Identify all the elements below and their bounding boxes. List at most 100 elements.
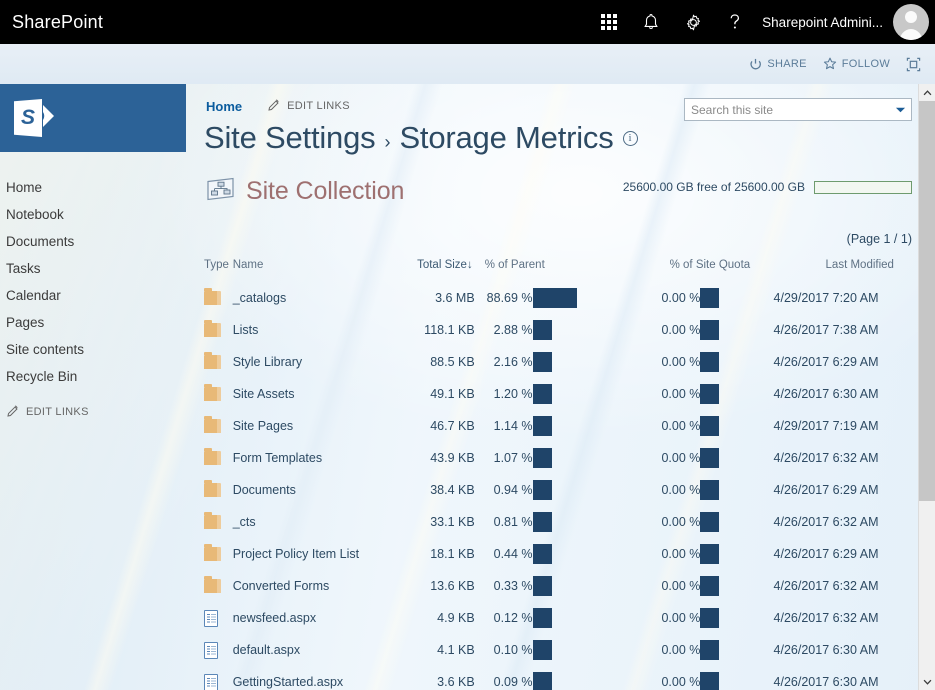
sharepoint-brand[interactable]: SharePoint <box>0 12 103 33</box>
cell-name[interactable]: _catalogs <box>233 282 404 314</box>
column-header-name[interactable]: Name <box>233 259 404 282</box>
sidebar-item-pages[interactable]: Pages <box>6 309 190 336</box>
table-row[interactable]: Documents38.4 KB0.94 %0.00 %4/26/2017 6:… <box>204 474 916 506</box>
sharepoint-logo-letter: S <box>14 99 42 137</box>
column-header-total-size[interactable]: Total Size↓ <box>403 259 474 282</box>
chevron-down-icon[interactable] <box>889 99 911 120</box>
sidebar-item-notebook[interactable]: Notebook <box>6 201 190 228</box>
cell-name[interactable]: default.aspx <box>233 634 404 666</box>
column-header-pct-quota[interactable]: % of Site Quota <box>626 259 774 282</box>
bar-pct-parent-fill <box>533 416 552 436</box>
bar-pct-quota-fill <box>700 288 719 308</box>
cell-pct-parent: 0.94 % <box>475 474 533 506</box>
vertical-scrollbar[interactable] <box>918 84 935 690</box>
column-header-type[interactable]: Type <box>204 259 233 282</box>
folder-icon <box>204 355 221 369</box>
table-row[interactable]: Converted Forms13.6 KB0.33 %0.00 %4/26/2… <box>204 570 916 602</box>
search-box[interactable] <box>684 98 912 121</box>
share-button[interactable]: SHARE <box>749 58 806 71</box>
scroll-down-arrow-icon[interactable] <box>919 673 935 690</box>
info-icon[interactable]: i <box>623 131 638 146</box>
table-row[interactable]: Lists118.1 KB2.88 %0.00 %4/26/2017 7:38 … <box>204 314 916 346</box>
bar-pct-quota <box>700 378 773 410</box>
cell-name[interactable]: Form Templates <box>233 442 404 474</box>
follow-button[interactable]: FOLLOW <box>823 57 890 71</box>
user-avatar[interactable] <box>893 4 929 40</box>
cell-name[interactable]: GettingStarted.aspx <box>233 666 404 690</box>
cell-pct-parent: 0.12 % <box>475 602 533 634</box>
table-row[interactable]: Form Templates43.9 KB1.07 %0.00 %4/26/20… <box>204 442 916 474</box>
page-title-parent[interactable]: Site Settings <box>204 120 375 156</box>
share-chevron-icon <box>40 97 70 140</box>
table-row[interactable]: Style Library88.5 KB2.16 %0.00 %4/26/201… <box>204 346 916 378</box>
table-row[interactable]: newsfeed.aspx4.9 KB0.12 %0.00 %4/26/2017… <box>204 602 916 634</box>
bar-pct-quota-fill <box>700 544 719 564</box>
sidebar-item-tasks[interactable]: Tasks <box>6 255 190 282</box>
bar-pct-quota-fill <box>700 384 719 404</box>
cell-name[interactable]: _cts <box>233 506 404 538</box>
cell-pct-parent: 1.14 % <box>475 410 533 442</box>
search-input[interactable] <box>685 99 889 120</box>
bar-pct-quota <box>700 474 773 506</box>
column-header-last-modified[interactable]: Last Modified <box>774 259 916 282</box>
storage-quota: 25600.00 GB free of 25600.00 GB <box>623 180 912 194</box>
app-launcher-icon[interactable] <box>588 0 630 44</box>
notifications-icon[interactable] <box>630 0 672 44</box>
cell-pct-quota: 0.00 % <box>626 602 701 634</box>
help-icon[interactable] <box>714 0 756 44</box>
cell-name[interactable]: Converted Forms <box>233 570 404 602</box>
cell-name[interactable]: Documents <box>233 474 404 506</box>
sidebar-edit-links-button[interactable]: EDIT LINKS <box>6 404 190 420</box>
table-row[interactable]: GettingStarted.aspx3.6 KB0.09 %0.00 %4/2… <box>204 666 916 690</box>
table-row[interactable]: default.aspx4.1 KB0.10 %0.00 %4/26/2017 … <box>204 634 916 666</box>
sidebar-item-calendar[interactable]: Calendar <box>6 282 190 309</box>
breadcrumb-home-link[interactable]: Home <box>206 99 242 114</box>
settings-icon[interactable] <box>672 0 714 44</box>
bar-pct-quota-fill <box>700 416 719 436</box>
bar-pct-quota-fill <box>700 480 719 500</box>
page-icon <box>204 674 218 690</box>
table-row[interactable]: Site Pages46.7 KB1.14 %0.00 %4/29/2017 7… <box>204 410 916 442</box>
cell-pct-quota: 0.00 % <box>626 442 701 474</box>
cell-pct-quota: 0.00 % <box>626 506 701 538</box>
table-row[interactable]: _cts33.1 KB0.81 %0.00 %4/26/2017 6:32 AM <box>204 506 916 538</box>
table-row[interactable]: Site Assets49.1 KB1.20 %0.00 %4/26/2017 … <box>204 378 916 410</box>
sidebar-edit-links-label: EDIT LINKS <box>26 406 89 418</box>
cell-name[interactable]: Project Policy Item List <box>233 538 404 570</box>
bar-pct-parent-fill <box>533 544 552 564</box>
sharepoint-logo[interactable]: S <box>0 84 186 152</box>
cell-name[interactable]: Style Library <box>233 346 404 378</box>
bar-pct-parent-fill <box>533 320 552 340</box>
sidebar-item-home[interactable]: Home <box>6 174 190 201</box>
cell-name[interactable]: Lists <box>233 314 404 346</box>
cell-name[interactable]: newsfeed.aspx <box>233 602 404 634</box>
pencil-icon <box>7 404 20 420</box>
folder-icon <box>204 387 221 401</box>
bar-pct-parent-fill <box>533 288 577 308</box>
storage-metrics-table: Type Name Total Size↓ % of Parent % of S… <box>204 259 916 690</box>
cell-total-size: 3.6 MB <box>403 282 474 314</box>
column-header-pct-parent[interactable]: % of Parent <box>475 259 626 282</box>
sidebar-item-recycle-bin[interactable]: Recycle Bin <box>6 363 190 390</box>
cell-pct-parent: 0.10 % <box>475 634 533 666</box>
table-row[interactable]: Project Policy Item List18.1 KB0.44 %0.0… <box>204 538 916 570</box>
sidebar-item-site-contents[interactable]: Site contents <box>6 336 190 363</box>
bar-pct-parent <box>533 602 626 634</box>
user-name[interactable]: Sharepoint Admini... <box>756 15 893 30</box>
top-edit-links-label: EDIT LINKS <box>287 100 350 112</box>
sidebar-item-documents[interactable]: Documents <box>6 228 190 255</box>
scroll-up-arrow-icon[interactable] <box>919 84 935 101</box>
table-row[interactable]: _catalogs3.6 MB88.69 %0.00 %4/29/2017 7:… <box>204 282 916 314</box>
cell-type <box>204 506 233 538</box>
cell-total-size: 46.7 KB <box>403 410 474 442</box>
cell-type <box>204 538 233 570</box>
bar-pct-parent-fill <box>533 576 552 596</box>
focus-on-content-button[interactable] <box>906 57 921 72</box>
cell-name[interactable]: Site Assets <box>233 378 404 410</box>
top-edit-links-button[interactable]: EDIT LINKS <box>268 98 350 114</box>
scrollbar-thumb[interactable] <box>919 101 935 501</box>
share-label: SHARE <box>767 58 806 70</box>
cell-type <box>204 634 233 666</box>
cell-name[interactable]: Site Pages <box>233 410 404 442</box>
cell-type <box>204 378 233 410</box>
